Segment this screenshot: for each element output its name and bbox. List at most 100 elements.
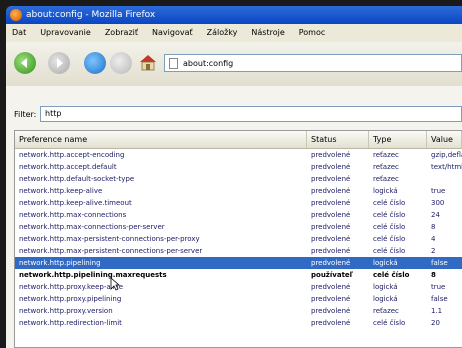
cell-name: network.http.keep-alive.timeout <box>19 199 132 207</box>
cell-status: predvolené <box>311 247 351 255</box>
cell-value: 24 <box>431 211 440 219</box>
firefox-icon <box>10 9 22 21</box>
cell-status: predvolené <box>311 223 351 231</box>
cell-type: celé číslo <box>373 247 406 255</box>
table-row[interactable]: network.http.default-socket-type predvole… <box>15 173 462 185</box>
cell-value: 20 <box>431 319 440 327</box>
cell-status: predvolené <box>311 283 351 291</box>
table-row[interactable]: network.http.max-persistent-connections-… <box>15 245 462 257</box>
menu-item-edit[interactable]: Upravovanie <box>40 24 91 42</box>
cell-value: 300 <box>431 199 445 207</box>
cell-status: predvolené <box>311 163 351 171</box>
cell-status: predvolené <box>311 199 351 207</box>
home-icon[interactable] <box>138 52 158 72</box>
table-row[interactable]: network.http.max-connections predvolené ce… <box>15 209 462 221</box>
cell-status: predvolené <box>311 235 351 243</box>
table-row[interactable]: network.http.max-persistent-connections-… <box>15 233 462 245</box>
arrow-right-icon <box>57 58 63 68</box>
cell-name: network.http.max-connections-per-server <box>19 223 165 231</box>
cell-name: network.http.keep-alive <box>19 187 103 195</box>
table-row[interactable]: network.http.max-connections-per-server p… <box>15 221 462 233</box>
arrow-left-icon <box>21 58 27 68</box>
menu-item-go[interactable]: Navigovať <box>152 24 193 42</box>
table-row[interactable]: network.http.accept.default predvolené reť… <box>15 161 462 173</box>
cell-name: network.http.proxy.pipelining <box>19 295 122 303</box>
cell-name: network.http.pipelining.maxrequests <box>19 271 167 279</box>
table-row[interactable]: network.http.proxy.pipelining predvolené l… <box>15 293 462 305</box>
table-row[interactable]: network.http.pipelining predvolené logická… <box>15 257 462 269</box>
column-header-value[interactable]: Value <box>427 131 462 148</box>
cell-type: reťazec <box>373 163 399 171</box>
cell-status: predvolené <box>311 151 351 159</box>
cell-value: gzip,deflate <box>431 151 462 159</box>
table-header: Preference name Status Type Value <box>15 131 462 149</box>
table-row[interactable]: network.http.pipelining.maxrequests použí… <box>15 269 462 281</box>
browser-window: about:config - Mozilla Firefox Dat Uprav… <box>6 6 462 348</box>
page-icon <box>169 58 178 69</box>
cell-type: reťazec <box>373 175 399 183</box>
cell-status: predvolené <box>311 175 351 183</box>
column-header-name[interactable]: Preference name <box>15 131 307 148</box>
cell-status: predvolené <box>311 295 351 303</box>
cell-type: logická <box>373 283 398 291</box>
cell-value: 8 <box>431 223 436 231</box>
cell-value: 2 <box>431 247 436 255</box>
cell-name: network.http.max-connections <box>19 211 127 219</box>
cell-name: network.http.proxy.version <box>19 307 113 315</box>
cell-value: 1.1 <box>431 307 443 315</box>
table-row[interactable]: network.http.proxy.version predvolené reťa… <box>15 305 462 317</box>
cell-name: network.http.default-socket-type <box>19 175 135 183</box>
cell-value: 8 <box>431 271 436 279</box>
cell-name: network.http.pipelining <box>19 259 101 267</box>
cell-type: celé číslo <box>373 223 406 231</box>
cell-value: text/html <box>431 163 462 171</box>
menu-item-file[interactable]: Dat <box>12 24 26 42</box>
menu-item-view[interactable]: Zobraziť <box>105 24 138 42</box>
navigation-toolbar: about:config <box>6 42 462 87</box>
cell-type: celé číslo <box>373 319 406 327</box>
cell-status: používateľ <box>311 271 354 279</box>
cell-value: true <box>431 283 446 291</box>
address-bar[interactable]: about:config <box>164 54 462 72</box>
table-row[interactable]: network.http.redirection-limit predvolené… <box>15 317 462 329</box>
cell-type: reťazec <box>373 151 399 159</box>
menu-bar: Dat Upravovanie Zobraziť Navigovať Zálož… <box>6 24 462 42</box>
cell-name: network.http.accept-encoding <box>19 151 125 159</box>
cell-type: reťazec <box>373 307 399 315</box>
menu-item-tools[interactable]: Nástroje <box>251 24 284 42</box>
cell-status: predvolené <box>311 187 351 195</box>
mouse-cursor-icon <box>110 277 120 291</box>
table-row[interactable]: network.http.keep-alive predvolené logická… <box>15 185 462 197</box>
cell-value: false <box>431 295 448 303</box>
table-row[interactable]: network.http.accept-encoding predvolené re… <box>15 149 462 161</box>
filter-label: Filter: <box>14 110 37 119</box>
preferences-table: Preference name Status Type Value networ… <box>14 130 462 348</box>
window-title: about:config - Mozilla Firefox <box>26 10 156 20</box>
cell-status: predvolené <box>311 307 351 315</box>
cell-name: network.http.max-persistent-connections-… <box>19 247 203 255</box>
column-header-status[interactable]: Status <box>307 131 369 148</box>
cell-value <box>427 173 462 185</box>
stop-button[interactable] <box>110 52 132 74</box>
forward-button[interactable] <box>48 52 70 74</box>
filter-input[interactable]: http <box>40 106 462 122</box>
column-header-type[interactable]: Type <box>369 131 427 148</box>
table-row[interactable]: network.http.keep-alive.timeout predvolen… <box>15 197 462 209</box>
back-button[interactable] <box>14 52 36 74</box>
cell-type: logická <box>373 187 398 195</box>
cell-status: predvolené <box>311 259 351 267</box>
cell-name: network.http.redirection-limit <box>19 319 122 327</box>
menu-item-bookmarks[interactable]: Záložky <box>207 24 238 42</box>
table-row[interactable]: network.http.proxy.keep-alive predvolené l… <box>15 281 462 293</box>
cell-value: true <box>431 187 446 195</box>
cell-status: predvolené <box>311 319 351 327</box>
cell-type: logická <box>373 259 398 267</box>
cell-name: network.http.accept.default <box>19 163 117 171</box>
cell-value: 4 <box>431 235 436 243</box>
reload-button[interactable] <box>84 52 106 74</box>
title-bar: about:config - Mozilla Firefox <box>6 6 462 24</box>
menu-item-help[interactable]: Pomoc <box>299 24 326 42</box>
cell-type: celé číslo <box>373 235 406 243</box>
cell-type: celé číslo <box>373 271 410 279</box>
cell-type: celé číslo <box>373 211 406 219</box>
